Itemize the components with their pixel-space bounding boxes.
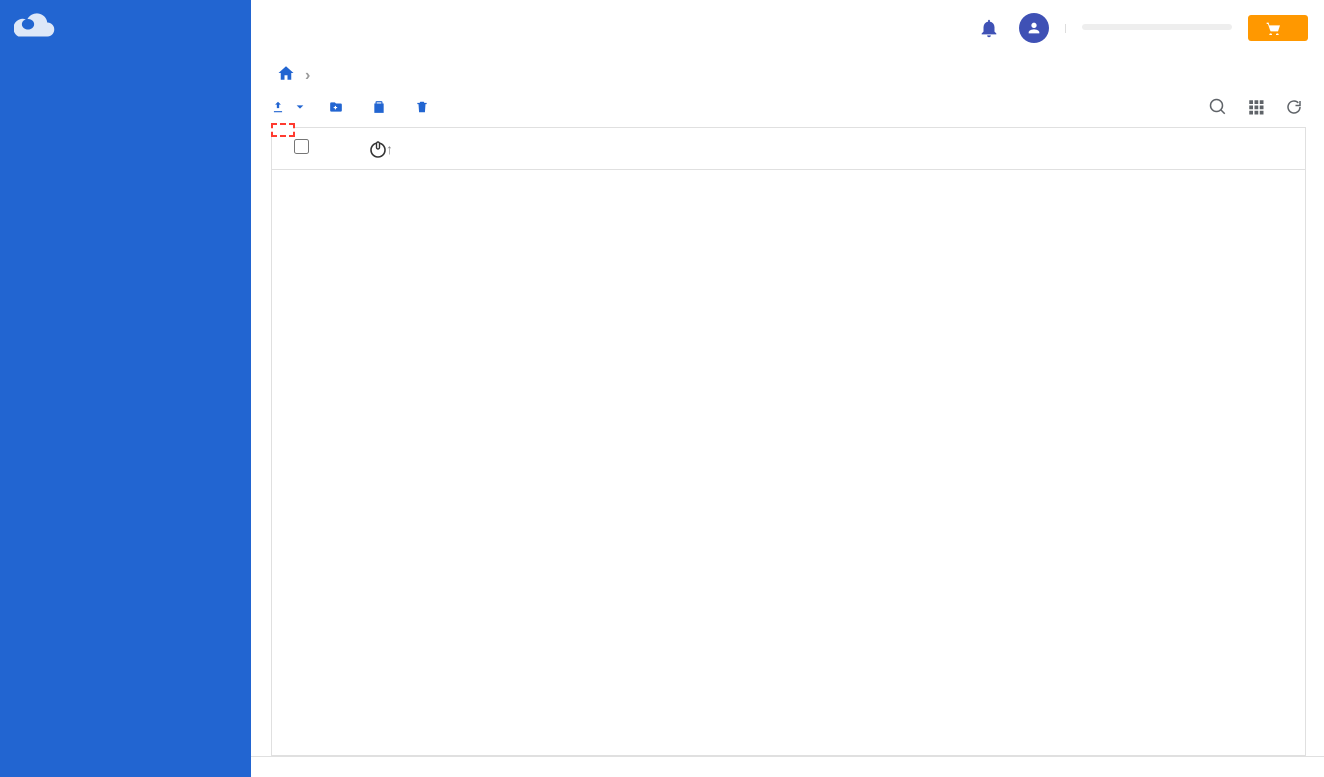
upgrade-button[interactable] <box>1248 15 1308 41</box>
user-avatar[interactable] <box>1019 13 1049 43</box>
search-icon[interactable] <box>1208 97 1228 117</box>
upload-icon <box>271 100 285 114</box>
paste-button[interactable] <box>372 100 391 114</box>
breadcrumb: › <box>251 56 1324 91</box>
grid-view-icon[interactable] <box>1246 97 1266 117</box>
table-header: ↑ <box>272 127 1305 170</box>
status-bar <box>251 756 1324 777</box>
breadcrumb-separator: › <box>305 67 310 85</box>
remote-upload-dropdown-item[interactable] <box>271 123 295 137</box>
toolbar <box>251 91 1324 127</box>
sort-asc-icon: ↑ <box>386 141 393 157</box>
chevron-down-icon <box>295 102 305 112</box>
cursor-icon <box>369 139 387 161</box>
main-panel: › <box>251 0 1324 777</box>
new-folder-button[interactable] <box>329 100 348 114</box>
upload-file-button[interactable] <box>271 100 305 114</box>
folder-plus-icon <box>329 100 343 114</box>
topbar <box>251 0 1324 56</box>
traffic-bar <box>1082 24 1232 30</box>
sidebar <box>0 0 251 777</box>
column-name-header[interactable]: ↑ <box>380 141 967 157</box>
cart-icon <box>1266 21 1282 35</box>
trash-icon <box>415 100 429 114</box>
cloud-logo-icon <box>14 8 56 49</box>
file-list-panel: ↑ <box>271 127 1306 756</box>
trash-button[interactable] <box>415 100 434 114</box>
logo[interactable] <box>0 0 251 61</box>
select-all-checkbox[interactable] <box>294 139 309 154</box>
sidebar-section-drives <box>0 77 251 93</box>
notifications-icon[interactable] <box>975 14 1003 42</box>
refresh-icon[interactable] <box>1284 97 1304 117</box>
paste-icon <box>372 100 386 114</box>
traffic-meter <box>1065 24 1232 33</box>
home-icon[interactable] <box>277 64 295 87</box>
sidebar-section-common <box>0 61 251 77</box>
